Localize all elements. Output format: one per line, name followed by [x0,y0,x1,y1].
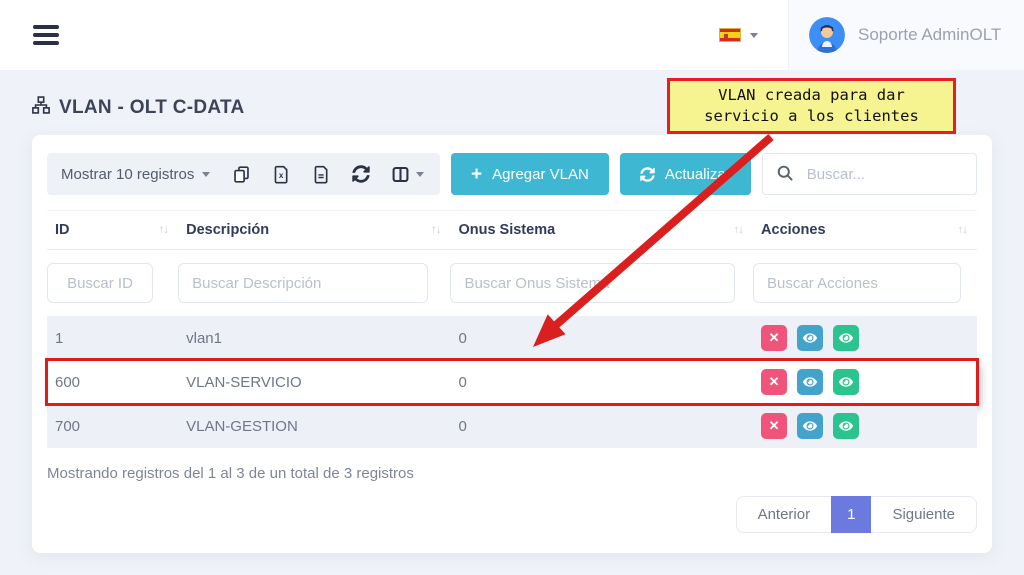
search-input[interactable] [762,153,977,195]
table-toolbar: Mostrar 10 registros x [47,153,977,195]
pagination-page-1-button[interactable]: 1 [831,496,871,533]
table-filter-row [47,250,977,317]
vlan-table: ID↑↓ Descripción↑↓ Onus Sistema↑↓ Accion… [47,210,977,448]
hamburger-menu-icon[interactable] [33,21,59,49]
language-dropdown[interactable] [719,28,758,42]
eye-icon [803,331,817,345]
export-file-icon[interactable] [312,165,331,184]
delete-button[interactable]: ✕ [761,369,787,395]
refresh-table-button[interactable]: Actualizar [620,153,751,195]
pagination-prev-button[interactable]: Anterior [736,496,832,533]
pagination: Anterior 1 Siguiente [736,496,977,533]
cell-id: 1 [47,316,178,360]
view-button[interactable] [797,369,823,395]
filter-id-input[interactable] [47,263,153,303]
user-menu[interactable]: Soporte AdminOLT [788,0,1024,70]
pagination-next-button[interactable]: Siguiente [871,496,977,533]
cell-id: 700 [47,404,178,448]
avatar [809,17,845,53]
eye-icon [839,375,853,389]
x-icon: ✕ [769,418,780,434]
x-icon: ✕ [769,374,780,390]
column-header-acciones[interactable]: Acciones↑↓ [753,211,977,250]
refresh-icon[interactable] [352,165,370,183]
sort-icon[interactable]: ↑↓ [159,224,169,236]
filter-acciones-input[interactable] [753,263,961,303]
view-onus-button[interactable] [833,369,859,395]
sort-icon[interactable]: ↑↓ [958,224,968,236]
global-search [762,153,977,195]
table-row: 1 vlan1 0 ✕ [47,316,977,360]
table-info: Mostrando registros del 1 al 3 de un tot… [47,465,977,482]
table-header-row: ID↑↓ Descripción↑↓ Onus Sistema↑↓ Accion… [47,211,977,250]
spain-flag-icon [719,28,741,42]
datatable-controls: Mostrar 10 registros x [47,153,440,195]
view-onus-button[interactable] [833,325,859,351]
filter-descripcion-input[interactable] [178,263,428,303]
delete-button[interactable]: ✕ [761,325,787,351]
plus-icon: + [471,165,482,184]
copy-icon[interactable] [232,165,251,184]
delete-button[interactable]: ✕ [761,413,787,439]
cell-onus-sistema: 0 [450,404,753,448]
filter-onus-sistema-input[interactable] [450,263,735,303]
user-name: Soporte AdminOLT [858,25,1001,45]
chevron-down-icon [202,172,210,177]
view-button[interactable] [797,413,823,439]
x-icon: ✕ [769,330,780,346]
main-content: VLAN - OLT C-DATA Mostrar 10 registros [0,70,1024,553]
cell-descripcion: vlan1 [178,316,450,360]
page-title: VLAN - OLT C-DATA [59,97,245,119]
chevron-down-icon [750,33,758,38]
vlan-table-card: Mostrar 10 registros x [32,135,992,553]
column-header-onus-sistema[interactable]: Onus Sistema↑↓ [450,211,753,250]
export-excel-icon[interactable]: x [272,165,291,184]
column-header-descripcion[interactable]: Descripción↑↓ [178,211,450,250]
search-icon [776,164,794,182]
top-navbar: Soporte AdminOLT [0,0,1024,70]
column-visibility-dropdown[interactable] [391,165,424,184]
table-row: 700 VLAN-GESTION 0 ✕ [47,404,977,448]
annotation-callout: VLAN creada para dar servicio a los clie… [667,78,956,134]
cell-acciones: ✕ [753,404,977,448]
cell-descripcion: VLAN-SERVICIO [178,360,450,404]
eye-icon [803,375,817,389]
sitemap-icon [32,96,50,119]
cell-onus-sistema: 0 [450,316,753,360]
eye-icon [803,419,817,433]
page-length-dropdown[interactable]: Mostrar 10 registros [61,166,210,183]
table-row-highlighted: 600 VLAN-SERVICIO 0 ✕ [47,360,977,404]
cell-id: 600 [47,360,178,404]
view-button[interactable] [797,325,823,351]
eye-icon [839,419,853,433]
svg-text:x: x [278,170,283,179]
cell-acciones: ✕ [753,360,977,404]
cell-descripcion: VLAN-GESTION [178,404,450,448]
sort-icon[interactable]: ↑↓ [734,224,744,236]
eye-icon [839,331,853,345]
sort-icon[interactable]: ↑↓ [431,224,441,236]
view-onus-button[interactable] [833,413,859,439]
cell-onus-sistema: 0 [450,360,753,404]
add-vlan-button[interactable]: + Agregar VLAN [451,153,609,195]
column-header-id[interactable]: ID↑↓ [47,211,178,250]
chevron-down-icon [416,172,424,177]
cell-acciones: ✕ [753,316,977,360]
